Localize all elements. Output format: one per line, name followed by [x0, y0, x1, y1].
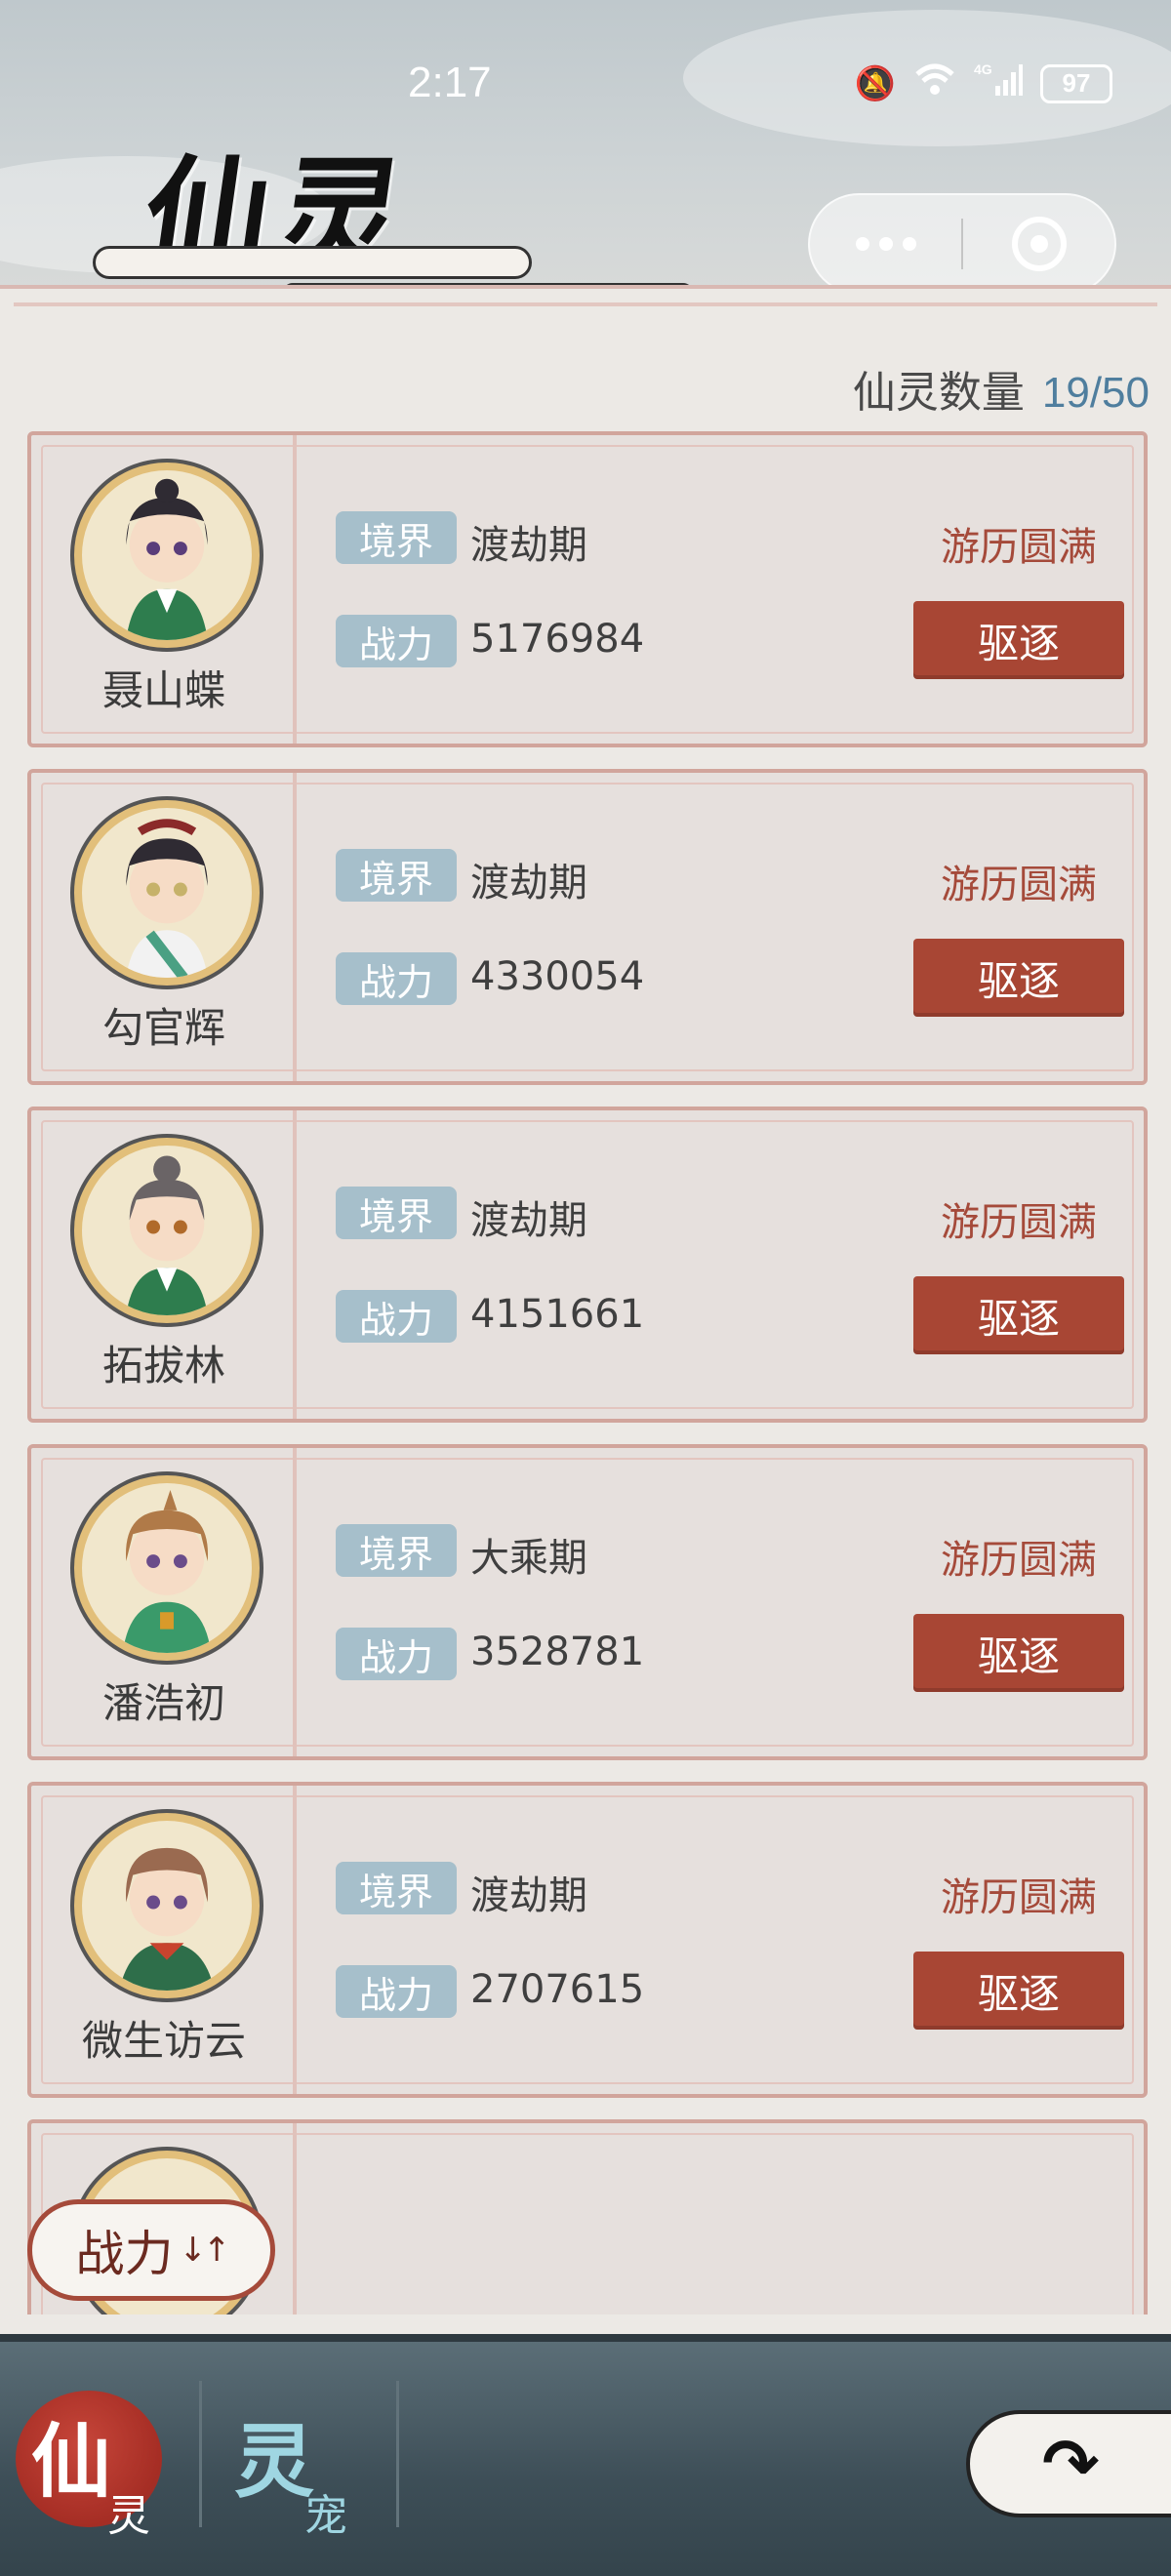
avatar[interactable]	[74, 463, 260, 648]
expel-button[interactable]: 驱逐	[913, 1276, 1124, 1354]
spirit-card[interactable]: 勾官辉 境界 渡劫期 战力 4330054 游历圆满 驱逐	[27, 769, 1148, 1085]
avatar[interactable]	[74, 1138, 260, 1323]
realm-tag: 境界	[336, 511, 457, 564]
top-header: 2:17 🔕 4G 97 仙灵	[0, 0, 1171, 293]
spirit-card[interactable]: 聂山蝶 境界 渡劫期 战力 5176984 游历圆满 驱逐	[27, 431, 1148, 747]
spirit-count-label: 仙灵数量	[852, 368, 1025, 418]
spirit-portrait-column: 潘浩初	[31, 1448, 297, 1756]
tab-pet-main-label: 灵	[234, 2415, 315, 2509]
power-value: 2707615	[470, 1967, 645, 2012]
realm-value: 大乘期	[470, 1536, 587, 1581]
spirit-portrait-column: 微生访云	[31, 1786, 297, 2094]
bottom-tab-bar: 仙 灵 灵 宠 ↶	[0, 2334, 1171, 2576]
more-dots-icon	[855, 237, 916, 251]
status-bar: 2:17 🔕 4G 97	[0, 39, 1171, 117]
power-tag: 战力	[336, 1965, 457, 2018]
avatar[interactable]	[74, 800, 260, 986]
spirit-name: 潘浩初	[101, 1679, 225, 1727]
tab-spirit-main-label: 仙	[31, 2415, 112, 2509]
close-miniprogram-button[interactable]	[963, 195, 1114, 293]
sort-by-power-button[interactable]: 战力 ↓↑	[27, 2199, 275, 2301]
realm-value: 渡劫期	[470, 1873, 587, 1918]
realm-value: 渡劫期	[470, 1198, 587, 1243]
miniprogram-capsule	[808, 193, 1116, 293]
wifi-icon	[913, 60, 956, 106]
spirit-card[interactable]: 微生访云 境界 渡劫期 战力 2707615 游历圆满 驱逐	[27, 1782, 1148, 2098]
tab-separator	[199, 2381, 202, 2527]
spirit-count: 仙灵数量 19/50	[853, 357, 1150, 420]
sort-arrows-icon: ↓↑	[179, 2231, 231, 2270]
target-circle-icon	[1011, 217, 1067, 271]
avatar[interactable]	[74, 1475, 260, 1661]
power-tag: 战力	[336, 952, 457, 1005]
power-value: 4151661	[470, 1292, 645, 1337]
tab-spirit[interactable]: 仙 灵	[10, 2371, 195, 2547]
realm-tag: 境界	[336, 1524, 457, 1577]
journey-status: 游历圆满	[941, 1875, 1097, 1920]
spirit-name: 拓拔林	[101, 1342, 225, 1389]
back-arrow-icon: ↶	[1041, 2424, 1100, 2504]
journey-status: 游历圆满	[941, 1200, 1097, 1245]
title-scroll-decoration	[93, 246, 532, 279]
spirit-name: 勾官辉	[101, 1004, 225, 1052]
power-tag: 战力	[336, 1290, 457, 1343]
svg-text:4G: 4G	[974, 61, 992, 77]
power-value: 3528781	[470, 1630, 645, 1674]
realm-tag: 境界	[336, 1862, 457, 1914]
mute-bell-icon: 🔕	[854, 63, 896, 103]
more-button[interactable]	[810, 195, 961, 293]
expel-button[interactable]: 驱逐	[913, 601, 1124, 679]
signal-icon: 4G	[974, 60, 1023, 106]
tab-spirit-sub-label: 灵	[107, 2491, 150, 2541]
realm-tag: 境界	[336, 1187, 457, 1239]
status-icons: 🔕 4G 97	[855, 60, 1112, 106]
realm-value: 渡劫期	[470, 523, 587, 568]
spirit-portrait-column: 勾官辉	[31, 773, 297, 1081]
spirit-count-value: 19/50	[1041, 369, 1150, 417]
power-tag: 战力	[336, 1628, 457, 1680]
tab-separator	[396, 2381, 399, 2527]
spirit-list[interactable]: 聂山蝶 境界 渡劫期 战力 5176984 游历圆满 驱逐 勾官辉 境界 渡劫期…	[27, 431, 1148, 2314]
spirit-panel: 仙灵数量 19/50 聂山蝶 境界 渡劫期 战力 5176984 游历圆满 驱逐	[0, 285, 1171, 2334]
realm-tag: 境界	[336, 849, 457, 902]
power-value: 5176984	[470, 617, 645, 662]
journey-status: 游历圆满	[941, 863, 1097, 907]
journey-status: 游历圆满	[941, 525, 1097, 570]
spirit-name: 微生访云	[81, 2017, 246, 2065]
battery-indicator: 97	[1040, 63, 1112, 103]
status-time: 2:17	[408, 59, 492, 106]
avatar[interactable]	[74, 1813, 260, 1998]
power-tag: 战力	[336, 615, 457, 667]
spirit-name: 聂山蝶	[101, 666, 225, 714]
spirit-portrait-column: 聂山蝶	[31, 435, 297, 744]
tab-pet-sub-label: 宠	[304, 2491, 347, 2541]
realm-value: 渡劫期	[470, 861, 587, 906]
spirit-card[interactable]: 潘浩初 境界 大乘期 战力 3528781 游历圆满 驱逐	[27, 1444, 1148, 1760]
expel-button[interactable]: 驱逐	[913, 1614, 1124, 1692]
back-button[interactable]: ↶	[966, 2410, 1171, 2517]
expel-button[interactable]: 驱逐	[913, 939, 1124, 1017]
expel-button[interactable]: 驱逐	[913, 1952, 1124, 2030]
sort-label: 战力	[75, 2226, 174, 2282]
spirit-portrait-column: 拓拔林	[31, 1110, 297, 1419]
power-value: 4330054	[470, 954, 645, 999]
tab-pet[interactable]: 灵 宠	[205, 2371, 390, 2547]
spirit-card[interactable]: 拓拔林 境界 渡劫期 战力 4151661 游历圆满 驱逐	[27, 1107, 1148, 1423]
journey-status: 游历圆满	[941, 1538, 1097, 1583]
